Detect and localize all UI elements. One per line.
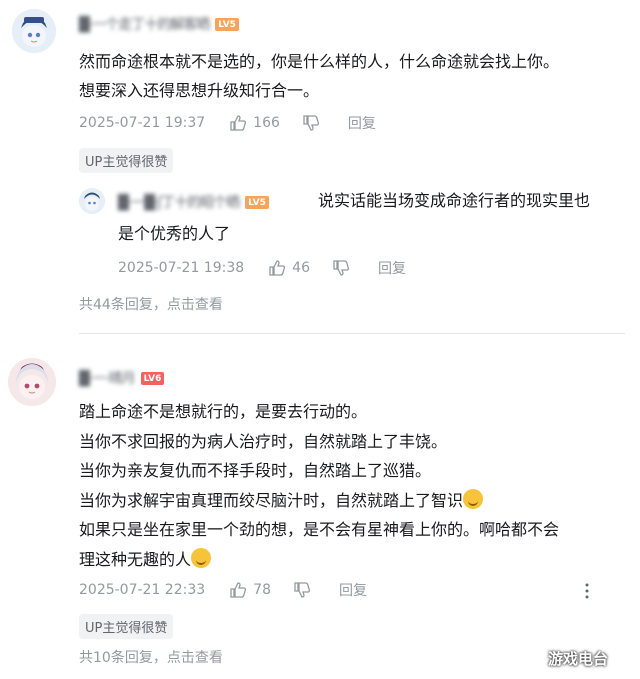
laugh-emoji-icon: [463, 488, 484, 509]
username[interactable]: █·一个走丁十的解客晒: [79, 14, 210, 34]
comment-line: 想要深入还得思想升级知行合一。: [79, 81, 320, 100]
comment-line: 理这种无趣的人: [79, 549, 192, 569]
like-count: 46: [292, 260, 310, 276]
reply-username[interactable]: █·一█·ʃ丁十的昭个晒: [118, 192, 240, 212]
timestamp: 2025-07-21 22:33: [79, 582, 206, 598]
comment-meta: 2025-07-21 19:37 166 回复: [79, 113, 398, 133]
reply-line: 说实话能当场变成命途行者的现实里也: [318, 191, 591, 210]
reply-text-cont: 是个优秀的人了: [118, 219, 230, 248]
reply-button[interactable]: 回复: [378, 258, 406, 278]
view-more-replies-link[interactable]: 共10条回复，点击查看: [79, 647, 223, 667]
username[interactable]: █·一·晴月: [79, 368, 136, 388]
like-button[interactable]: 78: [229, 581, 271, 599]
reply-text: 说实话能当场变成命途行者的现实里也: [318, 186, 590, 215]
timestamp: 2025-07-21 19:38: [118, 260, 245, 276]
avatar-image: [12, 9, 56, 53]
dislike-button[interactable]: [302, 114, 326, 132]
comment-meta: 2025-07-21 22:33 78 回复: [79, 580, 389, 600]
comment-line-emoji: 当你为求解宇宙真理而绞尽脑汁时，自然就踏上了智识: [79, 486, 559, 516]
comment-line: 当你为亲友复仇而不择手段时，自然踏上了巡猎。: [79, 461, 432, 480]
comment-line: 然而命途根本就不是选的，你是什么样的人，什么命途就会找上你。: [79, 52, 560, 71]
more-dots-icon[interactable]: [582, 582, 592, 600]
dislike-button[interactable]: [293, 581, 317, 599]
level-badge: LV5: [215, 17, 239, 31]
reply-meta: 2025-07-21 19:38 46 回复: [118, 258, 428, 278]
up-liked-tag: UP主觉得很赞: [79, 614, 174, 639]
thumbs-down-icon: [303, 115, 319, 131]
like-button[interactable]: 46: [268, 259, 310, 277]
more-dots-icon-svg: [585, 583, 589, 599]
avatar[interactable]: [8, 358, 56, 406]
reply-button[interactable]: 回复: [348, 113, 376, 133]
timestamp: 2025-07-21 19:37: [79, 115, 206, 131]
reply-line: 是个优秀的人了: [118, 224, 231, 243]
laugh-emoji-icon: [191, 547, 212, 568]
watermark: 游戏电台: [548, 650, 609, 668]
divider: [79, 333, 625, 334]
thumbs-up-icon: [230, 115, 247, 131]
like-count: 78: [253, 582, 271, 598]
avatar-image: [8, 358, 56, 406]
comment-line-emoji: 理这种无趣的人: [79, 545, 559, 575]
comment-line: 当你为求解宇宙真理而绞尽脑汁时，自然就踏上了智识: [79, 490, 464, 510]
like-button[interactable]: 166: [229, 114, 280, 132]
level-badge: LV5: [245, 195, 269, 209]
thumbs-down-icon: [294, 582, 311, 598]
up-liked-tag: UP主觉得很赞: [79, 148, 174, 173]
level-badge: LV6: [140, 371, 165, 385]
like-count: 166: [253, 115, 280, 131]
comment-line: 踏上命途不是想就行的，是要去行动的。: [79, 402, 368, 421]
avatar[interactable]: [12, 9, 56, 53]
comment-line: 如果只是坐在家里一个劲的想，是不会有星神看上你的。啊哈都不会: [79, 520, 560, 539]
thumbs-up-icon: [269, 260, 286, 276]
view-more-replies-link[interactable]: 共44条回复，点击查看: [79, 294, 223, 314]
comment-text: 然而命途根本就不是选的，你是什么样的人，什么命途就会找上你。 想要深入还得思想升…: [79, 47, 559, 105]
thumbs-down-icon: [333, 260, 350, 276]
comment-line: 当你不求回报的为病人治疗时，自然就踏上了丰饶。: [79, 431, 448, 451]
reply-avatar[interactable]: [79, 188, 105, 214]
comment-text: 踏上命途不是想就行的，是要去行动的。 当你不求回报的为病人治疗时，自然就踏上了丰…: [79, 397, 559, 574]
dislike-button[interactable]: [332, 259, 356, 277]
thumbs-up-icon: [230, 582, 247, 598]
reply-button[interactable]: 回复: [339, 580, 367, 600]
avatar-image: [79, 188, 105, 214]
